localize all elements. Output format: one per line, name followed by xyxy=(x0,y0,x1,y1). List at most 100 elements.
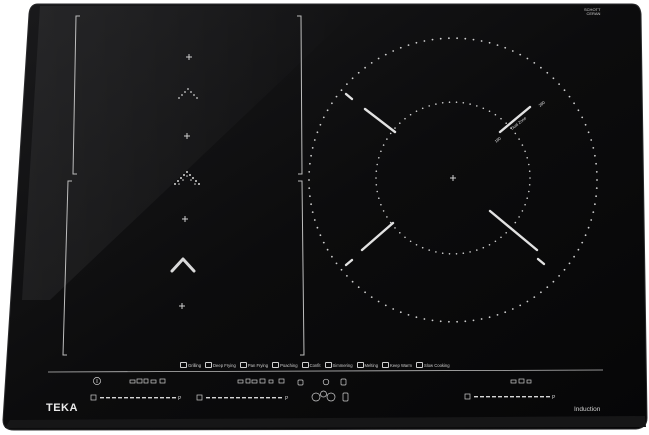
ring-dot xyxy=(521,210,524,212)
ring-dot xyxy=(313,219,316,221)
ring-dot xyxy=(488,244,491,246)
ring-dot xyxy=(415,244,418,246)
ring-dot xyxy=(546,71,549,74)
slider-segment xyxy=(130,397,134,399)
ring-dot xyxy=(462,252,465,254)
ring-dot xyxy=(423,40,426,42)
simmer-icon xyxy=(324,362,332,368)
function-item: Pan Frying xyxy=(239,362,268,368)
ring-dot xyxy=(568,95,571,98)
slider-segment xyxy=(224,397,228,399)
function-label: Grilling xyxy=(188,362,202,368)
ring-dot xyxy=(488,110,491,112)
ring-dot xyxy=(415,41,418,44)
ring-dot xyxy=(311,147,314,149)
ring-dot xyxy=(563,268,566,271)
ring-dot xyxy=(518,138,520,140)
slider-segment xyxy=(534,396,538,398)
ring-dot xyxy=(476,105,478,107)
ring-dot xyxy=(448,320,450,323)
ring-dot xyxy=(428,249,431,251)
ring-dot xyxy=(584,234,587,237)
function-label: Confit xyxy=(309,362,321,368)
deep-fryer-icon xyxy=(205,362,213,368)
function-legend: Grilling Deep Frying Pan Frying Poaching Con… xyxy=(180,362,450,368)
ring-dot xyxy=(407,314,410,316)
ring-dot xyxy=(504,311,507,314)
ring-dot xyxy=(308,187,311,190)
ring-dot xyxy=(448,253,451,255)
ring-dot xyxy=(594,154,596,157)
ring-dot xyxy=(435,251,437,253)
ring-dot xyxy=(377,300,380,303)
ring-dot xyxy=(511,308,514,310)
slider-segment xyxy=(492,396,496,398)
ring-dot xyxy=(346,275,348,277)
slider-segment xyxy=(218,397,222,399)
ring-dot xyxy=(370,62,373,64)
slider-segment xyxy=(504,396,508,398)
ring-dot xyxy=(552,77,555,80)
ring-dot xyxy=(592,147,595,149)
slider-segment xyxy=(172,397,176,399)
ring-dot xyxy=(563,89,566,92)
ring-dot xyxy=(480,318,483,320)
ring-dot xyxy=(455,101,458,103)
ring-dot xyxy=(533,296,536,298)
ring-dot xyxy=(370,296,373,298)
function-label: Simmering xyxy=(332,362,353,368)
slider-segment xyxy=(112,397,116,399)
ring-dot xyxy=(409,240,412,243)
ring-dot xyxy=(500,236,502,239)
slow-cooking-icon xyxy=(415,362,423,368)
ring-dot xyxy=(340,268,343,271)
ring-dot xyxy=(505,122,508,124)
ring-dot xyxy=(380,203,382,206)
ring-dot xyxy=(313,139,316,141)
ring-dot xyxy=(558,83,560,85)
poaching-icon xyxy=(272,362,280,368)
ring-dot xyxy=(394,127,396,129)
ring-dot xyxy=(340,89,343,92)
ring-dot xyxy=(456,37,458,40)
ring-dot xyxy=(448,37,450,40)
slider-segment xyxy=(260,397,264,399)
ring-dot xyxy=(587,131,590,134)
function-item: Slow Cooking xyxy=(415,362,450,368)
function-label: Keep Warm xyxy=(390,362,412,368)
function-item: Confit xyxy=(301,362,321,368)
ring-dot xyxy=(308,171,311,173)
ring-dot xyxy=(376,163,379,166)
ring-dot xyxy=(504,46,507,49)
slider-segment xyxy=(546,396,550,398)
ring-dot xyxy=(595,187,598,190)
ring-dot xyxy=(326,248,329,251)
slider-segment xyxy=(136,397,140,399)
ring-dot xyxy=(590,219,593,221)
ring-dot xyxy=(514,132,517,135)
ring-dot xyxy=(399,232,401,234)
slider-segment xyxy=(142,397,146,399)
ring-dot xyxy=(375,184,378,186)
ring-dot xyxy=(500,117,502,120)
ring-dot xyxy=(526,300,529,303)
pan-icon xyxy=(239,362,247,368)
slider-segment xyxy=(254,397,258,399)
ring-dot xyxy=(540,291,542,294)
slider-segment xyxy=(486,396,490,398)
function-item: Grilling xyxy=(180,362,201,368)
ring-dot xyxy=(386,138,388,140)
slider-segment xyxy=(166,397,170,399)
slider-segment xyxy=(540,396,544,398)
ring-dot xyxy=(378,157,380,159)
function-label: Slow Cooking xyxy=(423,362,450,368)
function-label: Melting xyxy=(364,362,379,368)
ring-dot xyxy=(584,123,587,126)
ring-dot xyxy=(480,40,483,42)
slider-segment xyxy=(154,397,158,399)
slider-segment xyxy=(498,396,502,398)
ring-dot xyxy=(331,102,333,105)
slider-segment xyxy=(242,397,246,399)
ring-dot xyxy=(524,150,526,153)
ring-dot xyxy=(316,226,319,229)
